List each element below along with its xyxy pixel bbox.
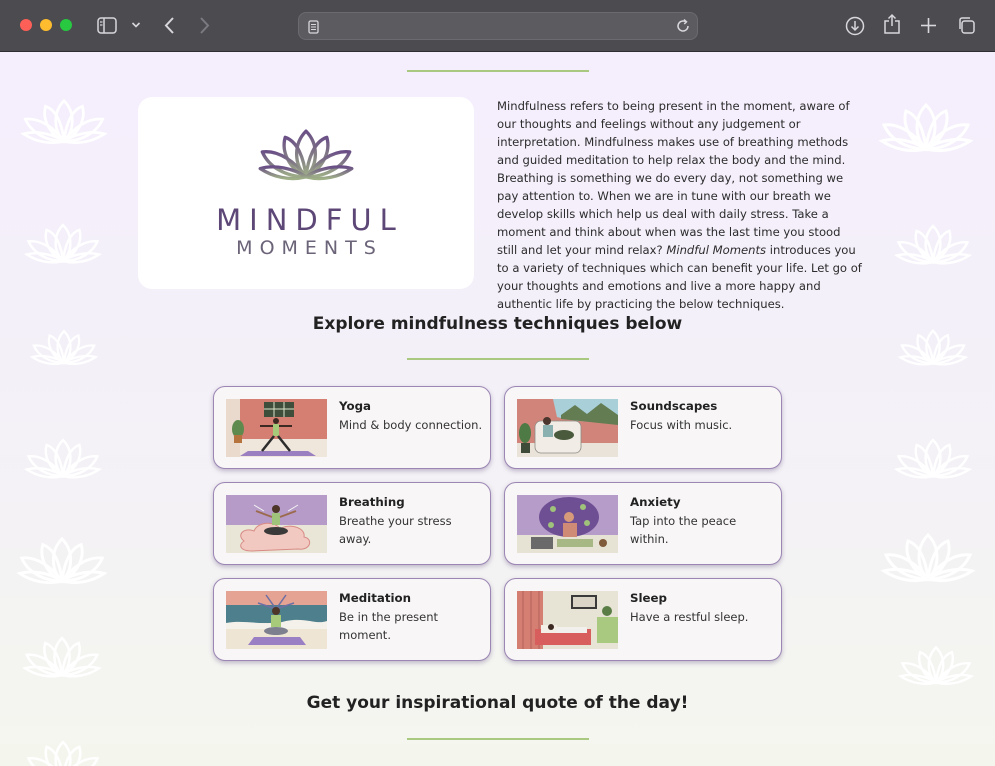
card-description: Have a restful sleep.: [630, 610, 749, 624]
explore-heading: Explore mindfulness techniques below: [312, 314, 683, 334]
card-title: Sleep: [630, 591, 667, 605]
zoom-window-button[interactable]: [60, 19, 72, 31]
browser-toolbar: [0, 0, 995, 52]
web-page: MINDFUL MOMENTS Mindfulness refers to be…: [0, 52, 995, 766]
lotus-decoration-icon: [25, 438, 101, 479]
card-description: Breathe your stress away.: [339, 514, 452, 546]
card-soundscapes[interactable]: Soundscapes Focus with music.: [504, 386, 782, 469]
intro-text-part1: Mindfulness refers to being present in t…: [497, 99, 850, 257]
card-description: Tap into the peace within.: [630, 514, 737, 546]
quote-heading: Get your inspirational quote of the day!: [306, 693, 689, 713]
quote-divider: [407, 738, 589, 740]
top-divider: [407, 70, 589, 72]
card-description: Be in the present moment.: [339, 610, 439, 642]
new-tab-plus-icon[interactable]: [920, 17, 937, 34]
lotus-decoration-icon: [22, 99, 106, 145]
card-title: Soundscapes: [630, 399, 718, 413]
forward-arrow-icon[interactable]: [199, 16, 211, 35]
lotus-logo-icon: [258, 129, 354, 181]
card-breathing[interactable]: Breathing Breathe your stress away.: [213, 482, 491, 565]
minimize-window-button[interactable]: [40, 19, 52, 31]
lotus-decoration-icon: [23, 636, 101, 678]
tab-overview-icon[interactable]: [957, 16, 976, 35]
lotus-decoration-icon: [25, 223, 101, 264]
sidebar-toggle-icon[interactable]: [97, 17, 117, 34]
breathing-illustration: [226, 495, 327, 553]
sleep-illustration: [517, 591, 618, 649]
lotus-decoration-icon: [880, 103, 972, 153]
anxiety-illustration: [517, 495, 618, 553]
lotus-decoration-icon: [895, 438, 971, 479]
meditation-illustration: [226, 591, 327, 649]
download-icon[interactable]: [845, 16, 865, 36]
card-yoga[interactable]: Yoga Mind & body connection.: [213, 386, 491, 469]
logo-card: MINDFUL MOMENTS: [138, 97, 474, 289]
card-sleep[interactable]: Sleep Have a restful sleep.: [504, 578, 782, 661]
lotus-decoration-icon: [882, 533, 974, 583]
back-arrow-icon[interactable]: [163, 16, 175, 35]
soundscapes-illustration: [517, 399, 618, 457]
card-meditation[interactable]: Meditation Be in the present moment.: [213, 578, 491, 661]
close-window-button[interactable]: [20, 19, 32, 31]
intro-emphasis: Mindful Moments: [666, 243, 767, 257]
lotus-decoration-icon: [899, 646, 973, 686]
reload-icon[interactable]: [675, 18, 691, 38]
explore-divider: [407, 358, 589, 360]
card-description: Focus with music.: [630, 418, 733, 432]
logo-wordmark-line1: MINDFUL: [216, 203, 404, 237]
lotus-decoration-icon: [18, 537, 106, 585]
card-title: Yoga: [339, 399, 371, 413]
yoga-illustration: [226, 399, 327, 457]
address-bar[interactable]: [298, 12, 698, 40]
page-icon: [308, 19, 319, 38]
card-anxiety[interactable]: Anxiety Tap into the peace within.: [504, 482, 782, 565]
card-title: Anxiety: [630, 495, 681, 509]
logo-wordmark-line2: MOMENTS: [236, 237, 383, 259]
lotus-decoration-icon: [895, 224, 971, 265]
card-description: Mind & body connection.: [339, 418, 483, 432]
intro-paragraph: Mindfulness refers to being present in t…: [497, 97, 862, 313]
chevron-down-icon[interactable]: [131, 21, 141, 29]
card-title: Breathing: [339, 495, 405, 509]
lotus-decoration-icon: [25, 740, 101, 766]
card-title: Meditation: [339, 591, 412, 605]
share-icon[interactable]: [883, 13, 901, 35]
